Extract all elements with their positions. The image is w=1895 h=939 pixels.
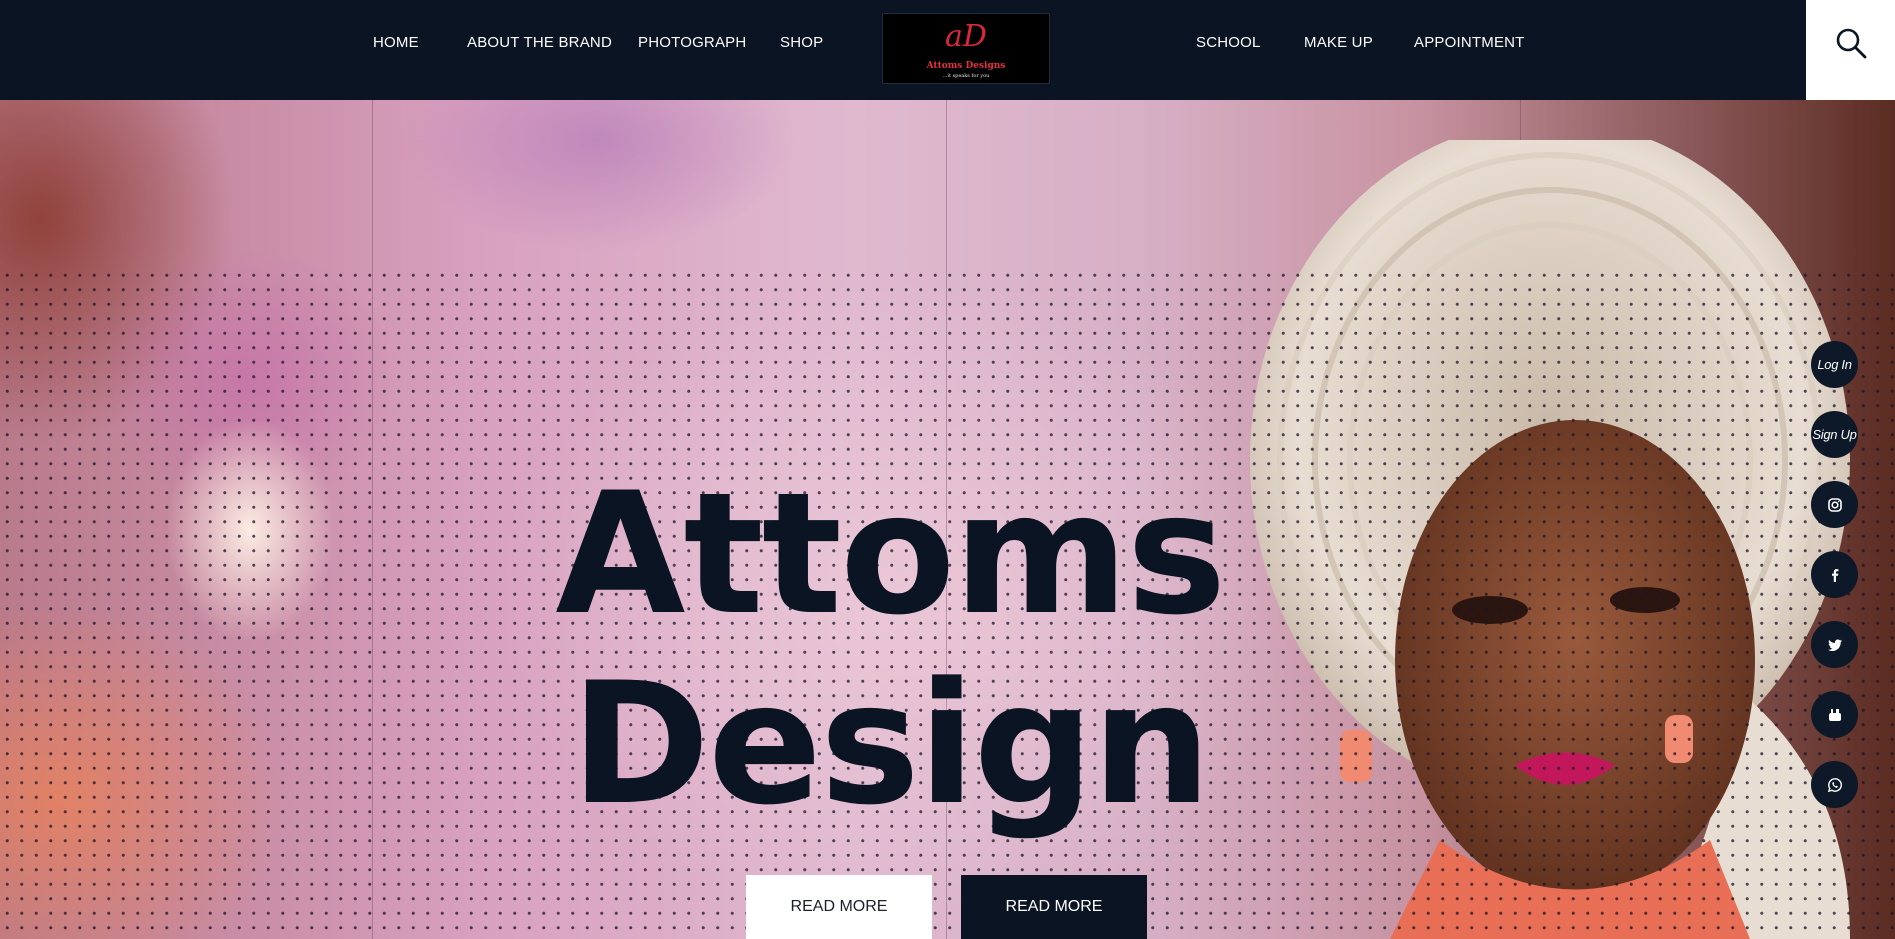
nav-home[interactable]: HOME (373, 34, 419, 51)
login-button[interactable]: Log In (1811, 341, 1858, 388)
twitter-button[interactable] (1811, 621, 1858, 668)
instagram-icon (1827, 497, 1842, 512)
nav-appointment[interactable]: APPOINTMENT (1414, 34, 1525, 51)
hero-title-line1: Attoms (555, 456, 1226, 652)
read-more-button-secondary[interactable]: READ MORE (961, 875, 1147, 939)
instagram-button[interactable] (1811, 481, 1858, 528)
facebook-icon (1831, 568, 1838, 582)
brand-logo[interactable]: aD Attoms Designs ...it speaks for you (882, 13, 1050, 84)
nav-school[interactable]: SCHOOL (1196, 34, 1261, 51)
twitter-icon (1827, 639, 1842, 651)
youtube-icon (1828, 708, 1841, 721)
search-icon (1836, 28, 1867, 59)
whatsapp-button[interactable] (1811, 761, 1858, 808)
signup-button[interactable]: Sign Up (1811, 411, 1858, 458)
nav-photograph[interactable]: PHOTOGRAPH (638, 34, 746, 51)
nav-about-the-brand[interactable]: ABOUT THE BRAND (467, 34, 612, 51)
nav-shop[interactable]: SHOP (780, 34, 823, 51)
hero-title-line2: Design (570, 646, 1212, 842)
youtube-button[interactable] (1811, 691, 1858, 738)
search-button[interactable] (1806, 0, 1895, 100)
facebook-button[interactable] (1811, 551, 1858, 598)
whatsapp-icon (1827, 777, 1842, 792)
nav-make-up[interactable]: MAKE UP (1304, 34, 1373, 51)
logo-mark: aD (945, 19, 987, 54)
read-more-button-primary[interactable]: READ MORE (746, 875, 932, 939)
header-bar: HOME ABOUT THE BRAND PHOTOGRAPH SHOP aD … (0, 0, 1895, 100)
logo-name: Attoms Designs (926, 61, 1006, 71)
logo-tagline: ...it speaks for you (942, 73, 990, 79)
